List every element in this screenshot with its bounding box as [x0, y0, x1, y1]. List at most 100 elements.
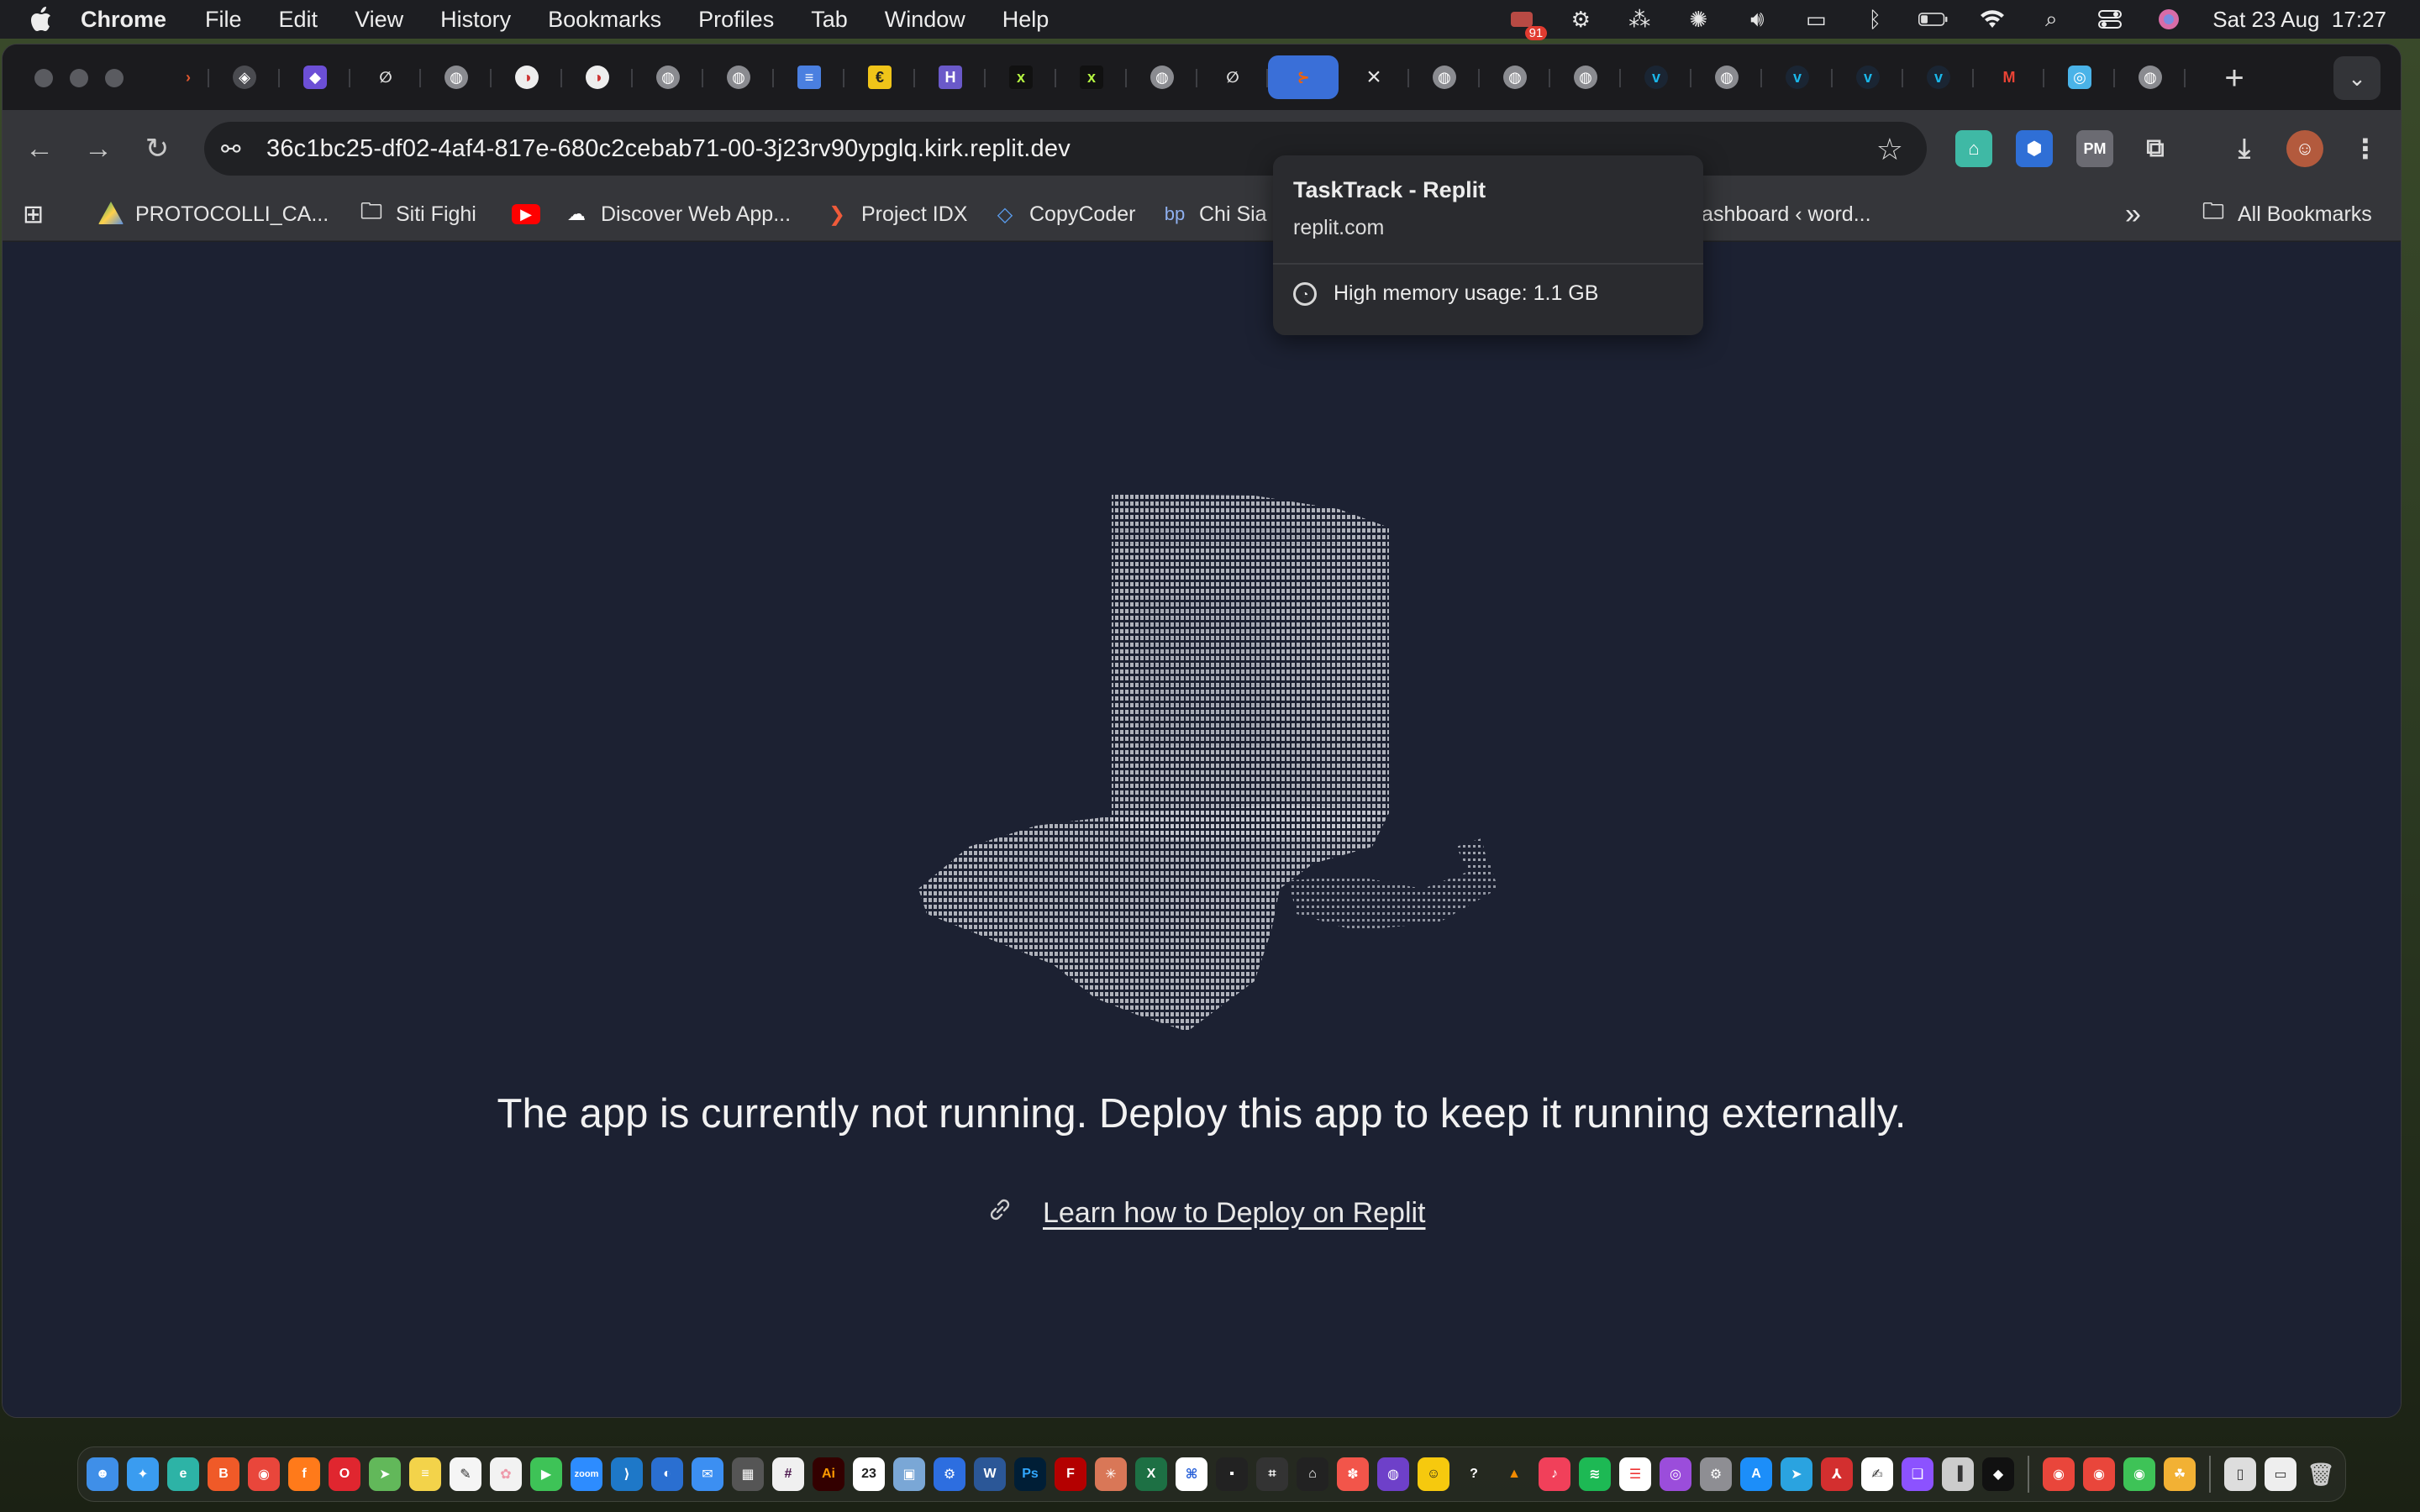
extension-icon[interactable]: ⬢ [2016, 130, 2053, 167]
edge-icon[interactable]: e [167, 1457, 199, 1491]
reload-button[interactable]: ↻ [137, 129, 177, 169]
chrome-app-icon[interactable]: ◉ [2043, 1457, 2075, 1491]
tab[interactable]: ◍ [1480, 55, 1550, 99]
siri-icon[interactable] [2154, 7, 2184, 32]
safari-icon[interactable]: ✦ [127, 1457, 159, 1491]
notification-app-icon[interactable]: 91 [1507, 7, 1548, 40]
tab[interactable]: v [1833, 55, 1903, 99]
bookmark-star-icon[interactable]: ☆ [1876, 132, 1903, 167]
apple-logo-icon[interactable] [30, 7, 81, 32]
profile-avatar[interactable]: ☺ [2286, 130, 2323, 167]
deploy-link-text[interactable]: Learn how to Deploy on Replit [1043, 1197, 1426, 1230]
window-thumbnail-icon[interactable]: ▯ [2224, 1457, 2256, 1491]
app-icon[interactable]: ☺ [1418, 1457, 1449, 1491]
photoshop-icon[interactable]: Ps [1014, 1457, 1046, 1491]
app-icon[interactable]: ⌂ [1297, 1457, 1328, 1491]
tab[interactable]: ≡ [774, 55, 844, 99]
back-button[interactable]: ← [19, 129, 60, 169]
puzzle-extensions-icon[interactable]: ⧉ [2137, 130, 2174, 167]
app-icon[interactable]: ❑ [1902, 1457, 1933, 1491]
tab-search-button[interactable]: ⌄ [2333, 56, 2381, 100]
chrome-app-icon[interactable]: ◉ [2123, 1457, 2155, 1491]
tab[interactable]: H [915, 55, 986, 99]
podcasts-icon[interactable]: ◎ [1660, 1457, 1691, 1491]
help-icon[interactable]: ? [1458, 1457, 1490, 1491]
tab[interactable]: ◍ [1550, 55, 1621, 99]
tab[interactable]: ◍ [421, 55, 492, 99]
preview-icon[interactable]: ▣ [893, 1457, 925, 1491]
chrome-menu-icon[interactable]: ⋮ [2347, 130, 2384, 167]
telegram-icon[interactable]: ➤ [1781, 1457, 1812, 1491]
zoom-window-button[interactable] [105, 69, 124, 87]
maps-icon[interactable]: ➤ [369, 1457, 401, 1491]
tab[interactable]: ◈ [209, 55, 280, 99]
bookmark-item[interactable]: Dashboard ‹ word... [1686, 187, 1871, 241]
bookmark-item[interactable]: bp Chi Sia [1162, 187, 1267, 241]
finder-icon[interactable]: ☻ [87, 1457, 118, 1491]
clock[interactable]: Sat 23 Aug 17:27 [2212, 7, 2386, 33]
accessibility-icon[interactable]: ✺ [1683, 7, 1713, 32]
tab[interactable]: › [167, 55, 209, 99]
bookmark-item[interactable]: ▶ [512, 187, 540, 241]
tab[interactable]: ◎ [2044, 55, 2115, 99]
bookmark-item[interactable]: ❯ Project IDX [824, 187, 968, 241]
calculator-icon[interactable]: ▦ [732, 1457, 764, 1491]
tab[interactable]: ◍ [2115, 55, 2186, 99]
tab[interactable]: ◍ [1127, 55, 1197, 99]
menu-view[interactable]: View [355, 7, 403, 33]
tab[interactable]: v [1903, 55, 1974, 99]
wifi-icon[interactable] [1977, 7, 2007, 32]
chrome-app-icon[interactable]: ◉ [2083, 1457, 2115, 1491]
slack-icon[interactable]: # [772, 1457, 804, 1491]
tab[interactable]: x [1056, 55, 1127, 99]
menu-tab[interactable]: Tab [811, 7, 848, 33]
bookmark-item[interactable]: ☁ Discover Web App... [564, 187, 791, 241]
menu-app-name[interactable]: Chrome [81, 7, 166, 33]
word-icon[interactable]: W [974, 1457, 1006, 1491]
menu-help[interactable]: Help [1002, 7, 1050, 33]
cluster-icon[interactable]: ⁂ [1624, 7, 1655, 32]
opera-icon[interactable]: O [329, 1457, 360, 1491]
spotify-icon[interactable]: ≋ [1579, 1457, 1611, 1491]
app-icon[interactable]: ▐ [1942, 1457, 1974, 1491]
filezilla-icon[interactable]: F [1055, 1457, 1086, 1491]
deploy-help-link[interactable]: Learn how to Deploy on Replit [986, 1195, 1426, 1231]
new-tab-button[interactable]: + [2212, 56, 2256, 100]
apps-grid-icon[interactable]: ⊞ [23, 187, 44, 241]
tab[interactable]: v [1762, 55, 1833, 99]
freeform-icon[interactable]: ✎ [450, 1457, 481, 1491]
github-icon[interactable]: ◍ [1377, 1457, 1409, 1491]
bookmarks-overflow-button[interactable]: » [2125, 187, 2141, 241]
app-icon[interactable]: ⌘ [1176, 1457, 1207, 1491]
spotlight-search-icon[interactable]: ⌕ [2036, 6, 2066, 32]
vscode-icon[interactable]: ⟩ [611, 1457, 643, 1491]
app-icon[interactable]: ◆ [1982, 1457, 2014, 1491]
calendar-icon[interactable]: 23 [853, 1457, 885, 1491]
minimize-window-button[interactable] [70, 69, 88, 87]
tab[interactable]: ∅ [1197, 55, 1268, 99]
download-icon[interactable]: ⤓ [2226, 130, 2263, 167]
notes-icon[interactable]: ≡ [409, 1457, 441, 1491]
reminders-icon[interactable]: ☰ [1619, 1457, 1651, 1491]
tab[interactable]: ◆ [280, 55, 350, 99]
app-icon[interactable]: ◐ [651, 1457, 683, 1491]
tab[interactable]: x [986, 55, 1056, 99]
app-icon[interactable]: ☘ [2164, 1457, 2196, 1491]
claude-icon[interactable]: ✳ [1095, 1457, 1127, 1491]
app-icon[interactable]: ✽ [1337, 1457, 1369, 1491]
tab[interactable]: ◍ [703, 55, 774, 99]
extension-icon[interactable]: ⌂ [1955, 130, 1992, 167]
menu-profiles[interactable]: Profiles [698, 7, 774, 33]
app-store-icon[interactable]: A [1740, 1457, 1772, 1491]
tab[interactable]: ◍ [1409, 55, 1480, 99]
settings-icon[interactable]: ⚙ [1700, 1457, 1732, 1491]
bluetooth-icon[interactable]: ᛒ [1860, 7, 1890, 32]
bookmark-folder[interactable]: 🗀︎ Siti Fighi [359, 187, 476, 241]
menu-file[interactable]: File [205, 7, 242, 33]
terminal-icon[interactable]: ▪ [1216, 1457, 1248, 1491]
window-thumbnail-icon[interactable]: ▭ [2265, 1457, 2296, 1491]
url-text[interactable]: 36c1bc25-df02-4af4-817e-680c2cebab71-00-… [266, 135, 1071, 163]
tab[interactable]: € [844, 55, 915, 99]
gear-status-icon[interactable]: ⚙ [1565, 7, 1596, 32]
tab[interactable]: v [1621, 55, 1691, 99]
